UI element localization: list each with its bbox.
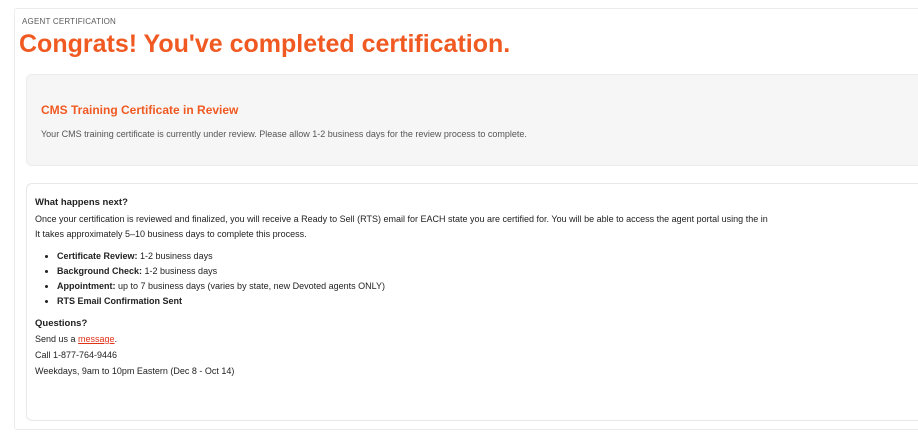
- review-status-card: CMS Training Certificate in Review Your …: [26, 74, 918, 166]
- next-steps-line-1: Once your certification is reviewed and …: [35, 214, 768, 224]
- send-message-line: Send us a message.: [35, 331, 918, 347]
- list-item: Appointment: up to 7 business days (vari…: [57, 279, 918, 294]
- next-steps-content: What happens next? Once your certificati…: [35, 196, 918, 379]
- step-value: up to 7 business days (varies by state, …: [115, 281, 385, 291]
- step-label: Background Check:: [57, 266, 143, 276]
- section-eyebrow: AGENT CERTIFICATION: [22, 17, 117, 26]
- send-prefix: Send us a: [35, 334, 79, 344]
- send-suffix: .: [114, 334, 118, 344]
- steps-list: Certificate Review: 1-2 business days Ba…: [35, 249, 918, 309]
- step-label: Appointment:: [57, 281, 116, 291]
- next-steps-line-2: It takes approximately 5–10 business day…: [35, 229, 307, 239]
- list-item: Background Check: 1-2 business days: [57, 264, 918, 279]
- phone-line: Call 1-877-764-9446: [35, 350, 118, 360]
- step-value: 1-2 business days: [137, 251, 213, 261]
- step-value: 1-2 business days: [142, 266, 218, 276]
- step-label: RTS Email Confirmation Sent: [57, 296, 183, 306]
- review-card-text: Your CMS training certificate is current…: [41, 129, 527, 139]
- message-link[interactable]: message: [78, 334, 115, 344]
- hours-line: Weekdays, 9am to 10pm Eastern (Dec 8 - O…: [35, 366, 235, 376]
- next-steps-card: What happens next? Once your certificati…: [26, 183, 918, 421]
- list-item: RTS Email Confirmation Sent: [57, 294, 918, 309]
- step-label: Certificate Review:: [57, 251, 138, 261]
- list-item: Certificate Review: 1-2 business days: [57, 249, 918, 264]
- page-title: Congrats! You've completed certification…: [19, 30, 511, 58]
- review-card-title: CMS Training Certificate in Review: [41, 103, 239, 117]
- questions-heading: Questions?: [35, 318, 88, 329]
- next-steps-heading: What happens next?: [35, 197, 128, 208]
